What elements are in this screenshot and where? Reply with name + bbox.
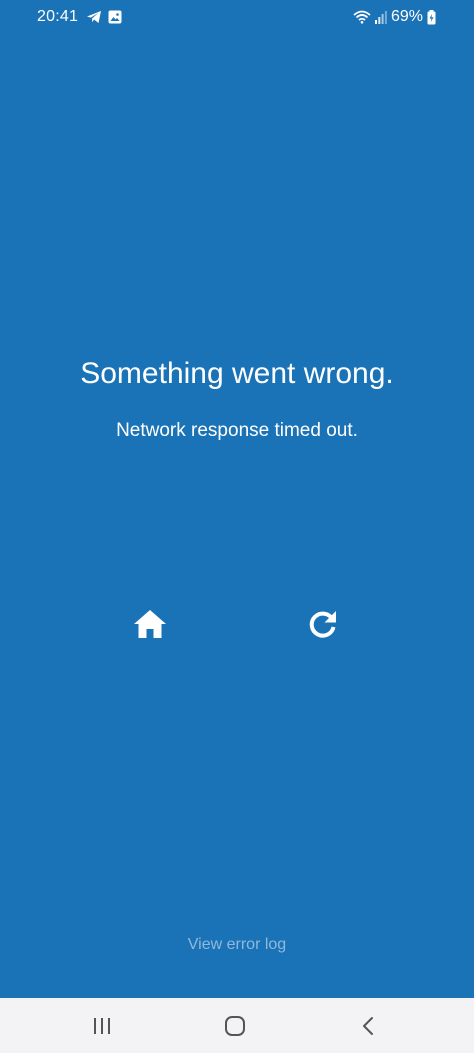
signal-icon bbox=[374, 10, 387, 24]
gallery-icon bbox=[108, 10, 122, 24]
view-error-log-link[interactable]: View error log bbox=[0, 934, 474, 956]
recents-button[interactable] bbox=[84, 1008, 120, 1044]
back-button[interactable] bbox=[350, 1008, 386, 1044]
status-bar: 20:41 69% bbox=[0, 0, 474, 36]
wifi-icon bbox=[353, 10, 371, 24]
reload-icon bbox=[308, 609, 338, 639]
home-outline-icon bbox=[224, 1015, 246, 1037]
back-icon bbox=[361, 1016, 375, 1036]
system-status: 69% bbox=[353, 8, 436, 26]
status-time: 20:41 bbox=[37, 8, 79, 25]
home-icon bbox=[133, 609, 167, 639]
error-message: Network response timed out. bbox=[116, 420, 358, 441]
navigation-bar bbox=[0, 998, 474, 1053]
battery-icon bbox=[427, 9, 436, 25]
home-button[interactable] bbox=[126, 600, 174, 648]
recents-icon bbox=[92, 1017, 112, 1035]
battery-percent: 69% bbox=[390, 8, 423, 25]
error-screen: 20:41 69% Something went wrong. Network … bbox=[0, 0, 474, 1053]
telegram-icon bbox=[86, 10, 102, 24]
notification-icons bbox=[86, 9, 122, 25]
nav-home-button[interactable] bbox=[217, 1008, 253, 1044]
error-title: Something went wrong. bbox=[80, 357, 394, 390]
reload-button[interactable] bbox=[299, 600, 347, 648]
